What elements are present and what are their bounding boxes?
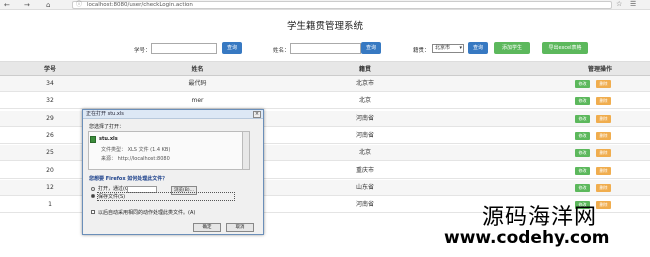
delete-button[interactable]: 删除: [596, 183, 611, 192]
sid-label: 学号：: [134, 48, 151, 54]
dialog-source: 来源： http://localhost:8080: [101, 156, 170, 162]
bookmark-star-icon[interactable]: ☆: [616, 0, 622, 8]
column-header-name: 姓名: [191, 66, 204, 73]
cell-id: 34: [46, 80, 54, 87]
cell-id: 32: [46, 97, 54, 105]
sid-search-button[interactable]: 查询: [222, 42, 242, 54]
add-student-button[interactable]: 添加学生: [494, 42, 530, 54]
edit-button[interactable]: 修改: [575, 166, 590, 175]
address-bar[interactable]: ⓘ localhost:8080/user/checkLogin.action: [72, 1, 612, 9]
delete-button[interactable]: 删除: [596, 201, 611, 210]
back-icon[interactable]: ←: [4, 1, 10, 9]
cell-origin: 重庆市: [355, 166, 374, 174]
open-with-label: 打开，通过(O): [98, 186, 131, 192]
watermark-title: 源码海洋网: [482, 205, 598, 230]
download-dialog: 正在打开 stu.xls × 您选择了打开： stu.xls 文件类型： XLS…: [82, 109, 264, 235]
cell-origin: 河南省: [355, 131, 374, 139]
cancel-button[interactable]: 取消: [226, 223, 254, 232]
save-file-radio[interactable]: [91, 194, 95, 198]
page-title: 学生籍贯管理系统: [286, 21, 363, 32]
cell-origin: 北京: [358, 97, 371, 105]
origin-label: 籍贯：: [413, 48, 430, 54]
excel-file-icon: [90, 136, 96, 143]
name-search-button[interactable]: 查询: [361, 42, 381, 54]
delete-button[interactable]: 删除: [596, 149, 611, 158]
close-icon[interactable]: ×: [253, 111, 261, 118]
column-header-actions: 管理操作: [587, 66, 612, 73]
table-header: 学号 姓名 籍贯 管理操作: [0, 61, 650, 76]
export-excel-button[interactable]: 导出excel表格: [542, 42, 588, 54]
cell-name: 最代码: [188, 80, 207, 87]
ok-button[interactable]: 确定: [193, 223, 221, 232]
column-header-origin: 籍贯: [358, 66, 371, 73]
cell-origin: 河南省: [355, 114, 374, 122]
watermark-url: www.codehy.com: [444, 228, 610, 248]
name-input[interactable]: [290, 43, 361, 54]
auto-action-checkbox[interactable]: [91, 210, 95, 214]
forward-icon[interactable]: →: [24, 1, 30, 9]
name-label: 姓名：: [273, 48, 290, 54]
delete-button[interactable]: 删除: [596, 131, 611, 140]
dialog-filename: stu.xls: [99, 136, 118, 142]
dialog-title: 正在打开 stu.xls: [86, 111, 124, 117]
save-file-label: 保存文件(S): [98, 194, 126, 200]
cell-origin: 北京: [358, 149, 371, 157]
cell-origin: 山东省: [355, 183, 374, 191]
origin-select[interactable]: 北京市 ▾: [432, 44, 464, 53]
column-header-id: 学号: [43, 66, 56, 73]
info-icon: ⓘ: [76, 1, 83, 8]
dialog-question: 您想要 Firefox 如何处理此文件？: [89, 176, 168, 182]
sid-input[interactable]: [151, 43, 217, 54]
chevron-down-icon: ▾: [459, 45, 462, 51]
auto-action-label: 以后自动采用相同的动作处理此类文件。(A): [98, 210, 196, 216]
origin-search-button[interactable]: 查询: [468, 42, 488, 54]
edit-button[interactable]: 修改: [575, 114, 590, 123]
origin-select-value: 北京市: [435, 45, 451, 51]
table-row: 34 最代码 北京市 修改 删除: [0, 76, 650, 92]
edit-button[interactable]: 修改: [575, 183, 590, 192]
edit-button[interactable]: 修改: [575, 80, 590, 88]
home-icon[interactable]: ⌂: [46, 1, 50, 9]
cell-origin: 河南省: [355, 201, 374, 209]
dialog-titlebar: 正在打开 stu.xls: [83, 110, 263, 119]
edit-button[interactable]: 修改: [575, 149, 590, 158]
dialog-filetype: 文件类型： XLS 文件 (1.4 KB): [101, 147, 171, 153]
edit-button[interactable]: 修改: [575, 97, 590, 106]
delete-button[interactable]: 删除: [596, 114, 611, 123]
dialog-chosen-text: 您选择了打开：: [89, 124, 125, 130]
open-with-radio[interactable]: [91, 187, 95, 191]
delete-button[interactable]: 删除: [596, 97, 611, 106]
cell-origin: 北京市: [355, 80, 374, 87]
delete-button[interactable]: 删除: [596, 80, 611, 88]
cell-name: mer: [191, 97, 204, 105]
scrollbar[interactable]: [242, 131, 250, 170]
browser-toolbar: ← → ⌂ ⓘ localhost:8080/user/checkLogin.a…: [0, 0, 650, 10]
delete-button[interactable]: 删除: [596, 166, 611, 175]
menu-icon[interactable]: ☰: [630, 0, 636, 8]
url-text: localhost:8080/user/checkLogin.action: [87, 2, 193, 8]
table-row: 32 mer 北京 修改 删除: [0, 93, 650, 110]
edit-button[interactable]: 修改: [575, 131, 590, 140]
